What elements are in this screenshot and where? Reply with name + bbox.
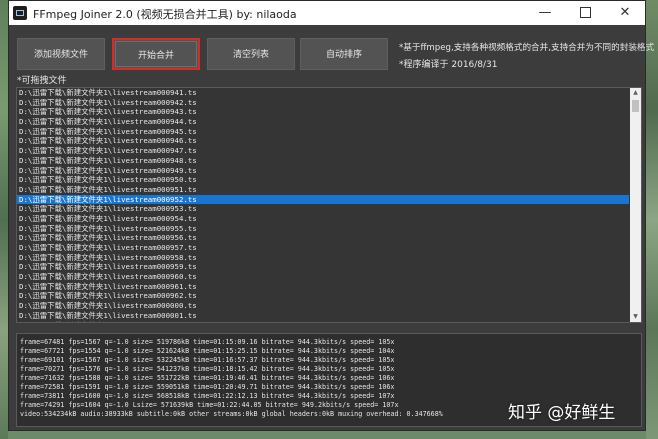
file-list-item[interactable]: D:\迅雷下载\新建文件夹1\livestream000946.ts bbox=[17, 136, 629, 146]
title-bar[interactable]: FFmpeg Joiner 2.0 (视频无损合并工具) by: nilaoda… bbox=[9, 1, 645, 25]
log-line: frame=67721 fps=1554 q=-1.0 size= 521624… bbox=[20, 347, 395, 355]
window-title: FFmpeg Joiner 2.0 (视频无损合并工具) by: nilaoda bbox=[33, 8, 297, 21]
file-list-item[interactable]: D:\迅雷下载\新建文件夹1\livestream000953.ts bbox=[17, 204, 629, 214]
scrollbar-thumb[interactable] bbox=[632, 100, 639, 112]
file-list-rows: D:\迅雷下载\新建文件夹1\livestream000941.ts D:\迅雷下… bbox=[17, 88, 629, 323]
app-window: FFmpeg Joiner 2.0 (视频无损合并工具) by: nilaoda… bbox=[8, 0, 654, 431]
scroll-up-icon[interactable]: ▲ bbox=[630, 88, 641, 98]
file-list-item[interactable]: D:\迅雷下载\新建文件夹1\livestream000956.ts bbox=[17, 233, 629, 243]
watermark-text: 知乎 @好鲜生 bbox=[508, 403, 616, 423]
log-line: frame=72581 fps=1591 q=-1.0 size= 559051… bbox=[20, 383, 395, 391]
log-line: frame=71632 fps=1588 q=-1.0 size= 551722… bbox=[20, 374, 395, 382]
file-list-item[interactable]: D:\迅雷下载\新建文件夹1\livestream000957.ts bbox=[17, 243, 629, 253]
add-video-files-button[interactable]: 添加视频文件 bbox=[17, 38, 105, 70]
file-list-item[interactable]: D:\迅雷下载\新建文件夹1\livestream000001.ts bbox=[17, 311, 629, 321]
file-list-item[interactable]: D:\迅雷下载\新建文件夹1\livestream000941.ts bbox=[17, 88, 629, 98]
log-line: frame=67481 fps=1567 q=-1.0 size= 519786… bbox=[20, 338, 395, 346]
file-list-item[interactable]: D:\迅雷下载\新建文件夹1\livestream000950.ts bbox=[17, 175, 629, 185]
log-line: frame=70271 fps=1576 q=-1.0 size= 541237… bbox=[20, 365, 395, 373]
file-list-item[interactable]: D:\迅雷下载\新建文件夹1\livestream000947.ts bbox=[17, 146, 629, 156]
log-line: frame=69101 fps=1567 q=-1.0 size= 532245… bbox=[20, 356, 395, 364]
info-text-build-date: *程序编译于 2016/8/31 bbox=[399, 60, 498, 70]
minimize-icon: — bbox=[538, 5, 552, 20]
file-list-item[interactable]: D:\迅雷下载\新建文件夹1\livestream000002.ts bbox=[17, 321, 629, 323]
maximize-icon bbox=[579, 7, 591, 18]
close-icon: ✕ bbox=[619, 5, 631, 20]
desktop-background-right bbox=[646, 0, 658, 439]
file-list-item[interactable]: D:\迅雷下载\新建文件夹1\livestream000949.ts bbox=[17, 166, 629, 176]
file-list-item[interactable]: D:\迅雷下载\新建文件夹1\livestream000954.ts bbox=[17, 214, 629, 224]
file-list-item[interactable]: D:\迅雷下载\新建文件夹1\livestream000960.ts bbox=[17, 272, 629, 282]
drag-hint-label: *可拖拽文件 bbox=[17, 76, 67, 86]
file-list-item[interactable]: D:\迅雷下载\新建文件夹1\livestream000943.ts bbox=[17, 107, 629, 117]
file-list-item[interactable]: D:\迅雷下载\新建文件夹1\livestream000948.ts bbox=[17, 156, 629, 166]
maximize-button[interactable] bbox=[565, 1, 605, 25]
desktop-background-left bbox=[0, 0, 8, 439]
info-text-format: *基于ffmpeg,支持各种视频格式的合并,支持合并为不同的封装格式 bbox=[399, 43, 655, 53]
vertical-scrollbar[interactable]: ▲ ▼ bbox=[630, 88, 641, 322]
file-list-item[interactable]: D:\迅雷下载\新建文件夹1\livestream000958.ts bbox=[17, 253, 629, 263]
file-list-item[interactable]: D:\迅雷下载\新建文件夹1\livestream000942.ts bbox=[17, 98, 629, 108]
file-list-item[interactable]: D:\迅雷下载\新建文件夹1\livestream000962.ts bbox=[17, 291, 629, 301]
file-list-item[interactable]: D:\迅雷下载\新建文件夹1\livestream000000.ts bbox=[17, 301, 629, 311]
file-list-item[interactable]: D:\迅雷下载\新建文件夹1\livestream000961.ts bbox=[17, 282, 629, 292]
close-button[interactable]: ✕ bbox=[605, 1, 645, 25]
file-list-item[interactable]: D:\迅雷下载\新建文件夹1\livestream000945.ts bbox=[17, 127, 629, 137]
file-list[interactable]: D:\迅雷下载\新建文件夹1\livestream000941.ts D:\迅雷下… bbox=[16, 87, 642, 323]
scroll-down-icon[interactable]: ▼ bbox=[630, 312, 641, 322]
file-list-item[interactable]: D:\迅雷下载\新建文件夹1\livestream000959.ts bbox=[17, 262, 629, 272]
minimize-button[interactable]: — bbox=[525, 1, 565, 25]
file-list-item[interactable]: D:\迅雷下载\新建文件夹1\livestream000955.ts bbox=[17, 224, 629, 234]
app-icon bbox=[13, 6, 27, 20]
clear-list-button[interactable]: 清空列表 bbox=[207, 38, 295, 70]
file-list-item[interactable]: D:\迅雷下载\新建文件夹1\livestream000951.ts bbox=[17, 185, 629, 195]
start-merge-button[interactable]: 开始合并 bbox=[112, 38, 200, 70]
auto-sort-button[interactable]: 自动排序 bbox=[300, 38, 388, 70]
file-list-item[interactable]: D:\迅雷下载\新建文件夹1\livestream000944.ts bbox=[17, 117, 629, 127]
file-list-item[interactable]: D:\迅雷下载\新建文件夹1\livestream000952.ts bbox=[17, 194, 629, 205]
